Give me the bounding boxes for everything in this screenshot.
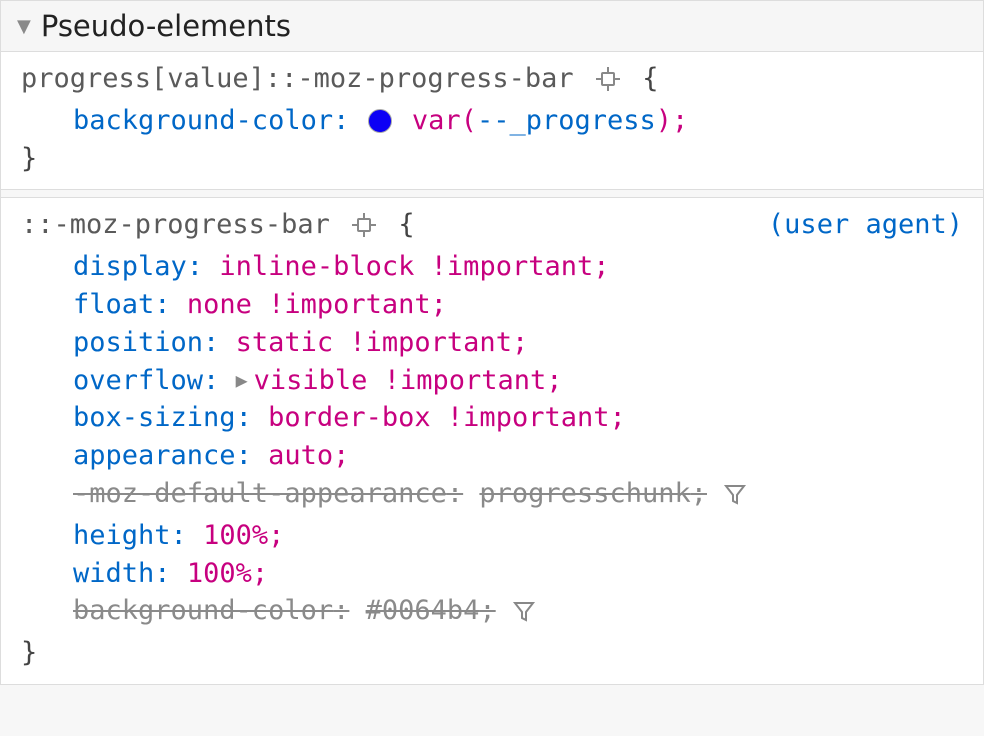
colon: : (203, 327, 219, 358)
selector: ::-moz-progress-bar (21, 209, 330, 240)
open-brace: { (398, 209, 414, 240)
open-brace: { (642, 63, 658, 94)
declaration[interactable]: overflow: ▶visible !important; (21, 362, 963, 400)
property-value: #0064b4 (366, 595, 480, 626)
property-value: 100% (203, 520, 268, 551)
colon: : (447, 478, 463, 509)
colon: : (154, 289, 170, 320)
declaration[interactable]: position: static !important; (21, 324, 963, 362)
semicolon: ; (593, 251, 609, 282)
property-name: overflow (73, 365, 203, 396)
important-flag: !important (268, 289, 431, 320)
property-value: static (236, 327, 334, 358)
expand-icon[interactable]: ▶ (236, 366, 248, 394)
section-header[interactable]: ▼ Pseudo-elements (0, 0, 984, 52)
declaration[interactable]: appearance: auto; (21, 437, 963, 475)
property-name: -moz-default-appearance (73, 478, 447, 509)
declaration[interactable]: width: 100%; (21, 555, 963, 593)
property-value: auto (268, 440, 333, 471)
selector-line[interactable]: progress[value]::-moz-progress-bar { (21, 60, 963, 102)
property-value: border-box (268, 402, 431, 433)
close-brace: } (21, 140, 963, 178)
declaration[interactable]: height: 100%; (21, 517, 963, 555)
filter-icon[interactable] (723, 479, 747, 517)
chevron-down-icon: ▼ (17, 16, 31, 37)
semicolon: ; (691, 478, 707, 509)
filter-icon[interactable] (512, 596, 536, 634)
colon: : (236, 402, 252, 433)
color-swatch[interactable] (368, 109, 392, 133)
declaration[interactable]: display: inline-block !important; (21, 248, 963, 286)
var-name: --_progress (477, 105, 656, 136)
section-title: Pseudo-elements (41, 9, 291, 43)
property-value: visible (254, 365, 368, 396)
property-value: none (187, 289, 252, 320)
semicolon: ; (268, 520, 284, 551)
selector-line[interactable]: (user agent) ::-moz-progress-bar { (21, 206, 963, 248)
rule-user-agent: (user agent) ::-moz-progress-bar { displ… (0, 197, 984, 685)
important-flag: !important (384, 365, 547, 396)
property-value: progresschunk (479, 478, 690, 509)
important-flag: !important (431, 251, 594, 282)
close-brace: } (21, 634, 963, 672)
selector-highlighter-icon[interactable] (352, 210, 376, 248)
property-name: height (73, 520, 171, 551)
declaration[interactable]: -moz-default-appearance: progresschunk; (21, 475, 963, 517)
semicolon: ; (479, 595, 495, 626)
colon: : (187, 251, 203, 282)
colon: : (154, 558, 170, 589)
colon: : (236, 440, 252, 471)
property-name: box-sizing (73, 402, 236, 433)
declaration[interactable]: background-color: #0064b4; (21, 592, 963, 634)
semicolon: ; (609, 402, 625, 433)
colon: : (171, 520, 187, 551)
declaration[interactable]: box-sizing: border-box !important; (21, 399, 963, 437)
selector: progress[value]::-moz-progress-bar (21, 63, 574, 94)
paren-open: ( (461, 105, 477, 136)
semicolon: ; (333, 440, 349, 471)
property-name: appearance (73, 440, 236, 471)
colon: : (333, 595, 349, 626)
important-flag: !important (349, 327, 512, 358)
var-fn: var (412, 105, 461, 136)
property-name: float (73, 289, 154, 320)
rule-origin[interactable]: (user agent) (768, 206, 963, 244)
property-name: background-color (73, 595, 333, 626)
property-name: position (73, 327, 203, 358)
property-name: display (73, 251, 187, 282)
property-name: width (73, 558, 154, 589)
paren-close: ) (656, 105, 672, 136)
property-value: 100% (187, 558, 252, 589)
rule-author: progress[value]::-moz-progress-bar { bac… (0, 51, 984, 190)
property-name: background-color (73, 105, 333, 136)
semicolon: ; (546, 365, 562, 396)
declaration[interactable]: float: none !important; (21, 286, 963, 324)
semicolon: ; (512, 327, 528, 358)
colon: : (333, 105, 349, 136)
declaration[interactable]: background-color: var(--_progress); (21, 102, 963, 140)
property-value: inline-block (219, 251, 414, 282)
semicolon: ; (252, 558, 268, 589)
selector-highlighter-icon[interactable] (596, 64, 620, 102)
semicolon: ; (431, 289, 447, 320)
important-flag: !important (447, 402, 610, 433)
semicolon: ; (672, 105, 688, 136)
colon: : (203, 365, 219, 396)
